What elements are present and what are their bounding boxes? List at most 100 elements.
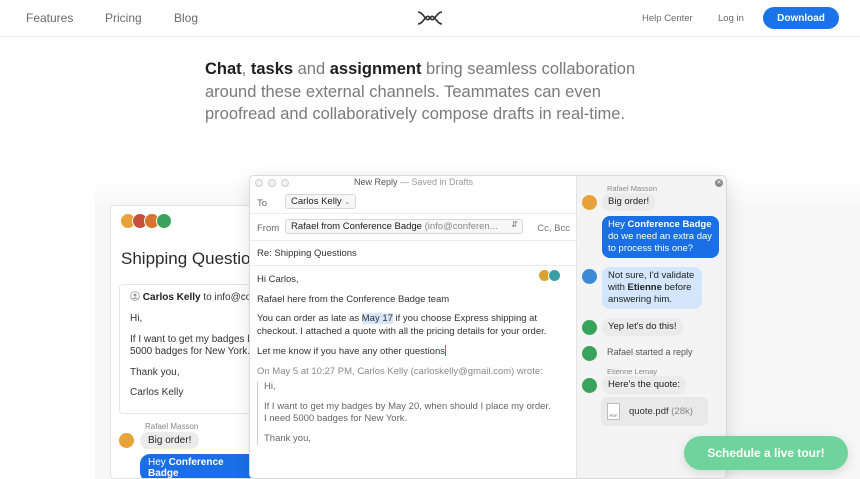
chat-bubble: Here's the quote: (602, 376, 687, 394)
top-nav: Features Pricing Blog Help Center Log in… (0, 0, 860, 37)
nav-blog-link[interactable]: Blog (174, 11, 198, 25)
chat-bubble: Not sure, I'd validate with Etienne befo… (602, 267, 702, 309)
draft-line: Let me know if you have any other questi… (257, 345, 572, 359)
background-conversation-window: Shipping Questions Carlos Kelly to info@… (110, 205, 260, 479)
message-line: Carlos Kelly (130, 387, 184, 398)
headline-word-assignment: assignment (329, 60, 422, 78)
pdf-file-icon: PDF (607, 403, 620, 420)
reply-window: New Reply — Saved in Drafts To Carlos Ke… (249, 175, 727, 479)
quote-line: Hi, (264, 381, 276, 392)
close-icon[interactable]: ✕ (715, 179, 723, 187)
message-line: Hi, (130, 313, 143, 324)
headline-word-tasks: tasks (250, 60, 294, 78)
chat-author-name: Rafael Masson (145, 422, 199, 431)
chat-event (582, 344, 602, 361)
message-sender: Carlos Kelly to info@co (130, 291, 258, 303)
chat-bubble: Hey Conference Badge do we need an extra… (602, 216, 719, 258)
to-row: To Carlos Kelly ⌄ (250, 190, 577, 214)
select-arrows-icon: ⇵ (511, 220, 518, 229)
from-label: From (257, 223, 280, 234)
draft-text: if you choose Express shipping at (392, 313, 538, 324)
logo-icon[interactable] (416, 8, 444, 28)
chat-text: do we need an extra day to process this … (608, 231, 713, 254)
file-name-text: quote.pdf (629, 406, 669, 417)
mention: Etienne (627, 282, 662, 293)
chat-message: Big order! (119, 432, 259, 449)
nav-features-link[interactable]: Features (26, 11, 73, 25)
chat-bubble: Hey Conference Badge (140, 454, 259, 478)
nav-pricing-link[interactable]: Pricing (105, 11, 142, 25)
chat-bubble: Big order! (140, 432, 200, 449)
draft-line: Rafael here from the Conference Badge te… (257, 293, 450, 305)
hero-headline: Chat, tasks and assignment bring seamles… (205, 58, 665, 126)
avatar (582, 195, 597, 210)
chat-message: Hey Conference Badge do we need an extra… (602, 216, 719, 258)
nav-help-center-link[interactable]: Help Center (642, 13, 693, 24)
headline-word-chat: Chat (205, 60, 242, 78)
quote-text: I need 5000 badges for New York. (264, 413, 408, 424)
quote-line: If I want to get my badges by May 20, wh… (264, 401, 572, 426)
chat-text: Hey (608, 219, 628, 230)
subject-field[interactable]: Re: Shipping Questions (257, 248, 357, 259)
to-label: To (257, 198, 268, 209)
sender-recipient: to info@co (200, 292, 252, 303)
avatar (156, 213, 172, 229)
file-size: (28k) (668, 406, 693, 417)
draft-line: Hi Carlos, (257, 274, 299, 285)
subject-row: Re: Shipping Questions (250, 241, 577, 266)
collaborator-cursor (445, 345, 447, 356)
window-title: New Reply — Saved in Drafts (250, 177, 577, 187)
to-recipient-chip[interactable]: Carlos Kelly ⌄ (285, 194, 356, 209)
download-button[interactable]: Download (763, 7, 839, 29)
draft-text: checkout. I attached a quote with all th… (257, 325, 547, 337)
message-line: Thank you, (130, 366, 180, 378)
chat-bubble: Big order! (602, 193, 656, 211)
message-text: If I want to get my badges b (130, 333, 253, 345)
headline-text: , (241, 60, 251, 78)
quote-line: Thank you, (264, 432, 311, 444)
participant-avatars (120, 213, 172, 229)
message-line: If I want to get my badges b 5000 badges … (130, 334, 258, 359)
chat-message: Big order! (582, 193, 656, 211)
user-icon (130, 291, 140, 301)
saved-status: — Saved in Drafts (397, 177, 474, 187)
draft-line: You can order as late as May 17 if you c… (257, 313, 572, 338)
chat-author-name: Etienne Lemay (607, 367, 658, 376)
window-title-text: New Reply (353, 177, 398, 187)
from-select[interactable]: Rafael from Conference Badge (info@confe… (285, 219, 523, 234)
schedule-tour-button[interactable]: Schedule a live tour! (684, 436, 848, 470)
window-titlebar: New Reply — Saved in Drafts (250, 176, 577, 190)
file-name: quote.pdf (28k) (629, 406, 693, 417)
chat-panel: ✕ Rafael Masson Big order! Hey Conferenc… (577, 176, 726, 478)
message-editor[interactable]: Hi Carlos, Rafael here from the Conferen… (257, 274, 572, 452)
chat-bubble: Yep let's do this! (602, 318, 683, 336)
chevron-down-icon: ⌄ (344, 199, 351, 206)
chat-message: Yep let's do this! (582, 318, 683, 336)
quote-text: If I want to get my badges by May 20, wh… (264, 400, 551, 412)
mention: Conference Badge (627, 219, 712, 230)
chat-text: Hey (148, 457, 169, 468)
quote-header: On May 5 at 10:27 PM, Carlos Kelly (carl… (257, 365, 543, 377)
original-message: Carlos Kelly to info@co Hi, If I want to… (119, 284, 259, 414)
file-attachment[interactable]: PDF quote.pdf (28k) (601, 397, 708, 426)
sender-name: Carlos Kelly (142, 292, 201, 303)
from-value: Rafael from Conference Badge (291, 221, 422, 232)
headline-text: and (293, 60, 330, 78)
message-text: 5000 badges for New York. (130, 346, 251, 357)
cc-bcc-link[interactable]: Cc, Bcc (537, 223, 570, 234)
from-address: (info@conferen... (424, 221, 498, 232)
highlighted-date: May 17 (361, 313, 393, 324)
avatar (119, 433, 134, 448)
system-message: Rafael started a reply (607, 347, 693, 357)
background-chat: Rafael Masson Big order! Hey Conference … (119, 422, 259, 478)
from-row: From Rafael from Conference Badge (info@… (250, 214, 577, 241)
recipient-name: Carlos Kelly (291, 196, 342, 207)
avatar (582, 346, 597, 361)
draft-text: You can order as late as (257, 313, 362, 324)
compose-pane: New Reply — Saved in Drafts To Carlos Ke… (250, 176, 577, 478)
chat-author-name: Rafael Masson (607, 184, 658, 193)
nav-login-link[interactable]: Log in (718, 13, 744, 24)
chat-message: Not sure, I'd validate with Etienne befo… (582, 267, 702, 309)
avatar (582, 378, 597, 393)
chat-message: Hey Conference Badge (140, 454, 259, 478)
